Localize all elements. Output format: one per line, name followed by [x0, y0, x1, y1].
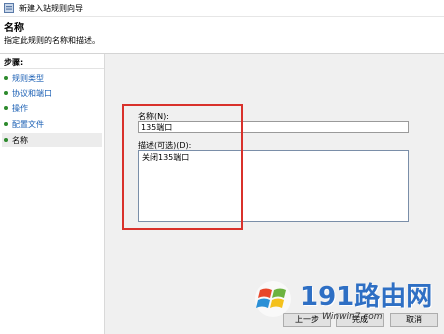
step-action[interactable]: 操作 [2, 101, 102, 115]
finish-button[interactable]: 完成 [336, 313, 384, 327]
step-dot-icon [4, 122, 8, 126]
page-subtitle: 指定此规则的名称和描述。 [4, 36, 100, 45]
title-bar: 新建入站规则向导 [0, 0, 444, 17]
step-protocol-ports[interactable]: 协议和端口 [2, 86, 102, 100]
step-profile[interactable]: 配置文件 [2, 117, 102, 131]
step-dot-icon [4, 106, 8, 110]
step-name[interactable]: 名称 [2, 133, 102, 147]
prev-button[interactable]: 上一步 [283, 313, 331, 327]
steps-divider [0, 68, 104, 69]
step-label: 规则类型 [12, 74, 44, 83]
step-label: 配置文件 [12, 120, 44, 129]
step-dot-icon [4, 91, 8, 95]
wizard-header: 名称 指定此规则的名称和描述。 [0, 17, 444, 51]
name-input[interactable] [138, 121, 409, 133]
page-title: 名称 [4, 23, 24, 34]
steps-heading: 步骤: [4, 58, 24, 67]
step-label: 协议和端口 [12, 89, 52, 98]
cancel-button[interactable]: 取消 [390, 313, 438, 327]
step-label: 名称 [12, 136, 28, 145]
step-dot-icon [4, 76, 8, 80]
description-textarea[interactable]: 关闭135端口 [138, 150, 409, 222]
window-title: 新建入站规则向导 [19, 4, 83, 13]
step-label: 操作 [12, 104, 28, 113]
steps-sidebar: 步骤: 规则类型 协议和端口 操作 配置文件 名称 [0, 54, 105, 334]
step-dot-icon [4, 138, 8, 142]
firewall-rule-icon [4, 3, 14, 13]
step-rule-type[interactable]: 规则类型 [2, 71, 102, 85]
